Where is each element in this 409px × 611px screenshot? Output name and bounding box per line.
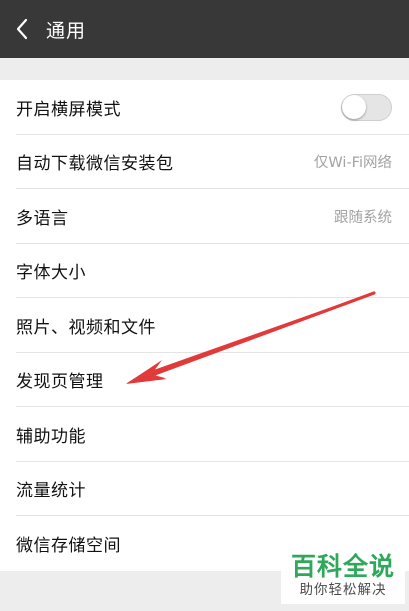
setting-landscape-mode[interactable]: 开启横屏模式 xyxy=(0,80,409,135)
setting-value: 仅Wi-Fi网络 xyxy=(313,155,392,172)
setting-label: 字体大小 xyxy=(16,263,86,284)
setting-label: 开启横屏模式 xyxy=(16,99,121,120)
setting-font-size[interactable]: 字体大小 xyxy=(0,244,409,299)
setting-label: 照片、视频和文件 xyxy=(16,317,156,338)
setting-data-usage[interactable]: 流量统计 xyxy=(0,462,409,517)
toggle-knob xyxy=(342,94,366,119)
landscape-mode-toggle[interactable] xyxy=(341,93,392,121)
setting-label: 自动下载微信安装包 xyxy=(16,154,174,175)
setting-language[interactable]: 多语言 跟随系统 xyxy=(0,189,409,244)
setting-value: 跟随系统 xyxy=(334,209,392,226)
chevron-left-icon xyxy=(16,18,28,40)
general-settings-screen: 通用 开启横屏模式 自动下载微信安装包 仅Wi-Fi网络 多语言 跟随系统 字体… xyxy=(0,0,409,611)
setting-discover-management[interactable]: 发现页管理 xyxy=(0,353,409,408)
setting-label: 流量统计 xyxy=(16,481,86,502)
settings-list: 开启横屏模式 自动下载微信安装包 仅Wi-Fi网络 多语言 跟随系统 字体大小 … xyxy=(0,80,409,571)
watermark-logo: 百科全说 助你轻松解决 xyxy=(281,548,405,604)
back-button[interactable] xyxy=(2,0,42,58)
setting-label: 多语言 xyxy=(16,208,69,229)
setting-auto-download[interactable]: 自动下载微信安装包 仅Wi-Fi网络 xyxy=(0,135,409,190)
setting-label: 辅助功能 xyxy=(16,426,86,447)
setting-label: 发现页管理 xyxy=(16,372,104,393)
page-title: 通用 xyxy=(46,19,87,42)
setting-media-files[interactable]: 照片、视频和文件 xyxy=(0,298,409,353)
watermark-main-text: 百科全说 xyxy=(290,552,395,581)
watermark-sub-text: 助你轻松解决 xyxy=(299,582,387,598)
setting-accessibility[interactable]: 辅助功能 xyxy=(0,407,409,462)
title-bar: 通用 xyxy=(0,0,409,58)
